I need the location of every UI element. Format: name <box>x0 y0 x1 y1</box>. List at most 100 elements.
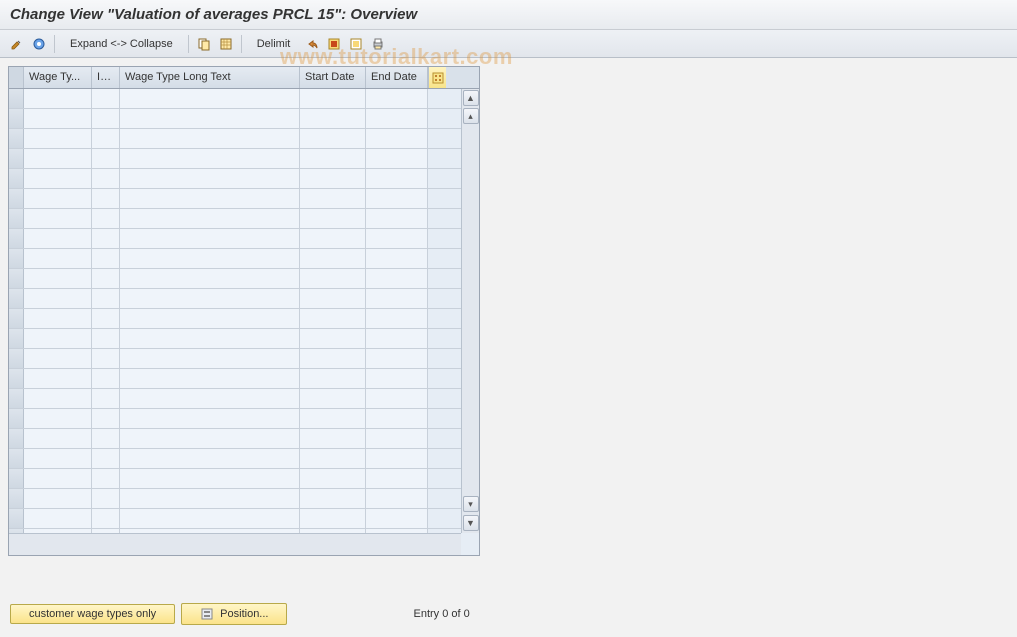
cell-end-date[interactable] <box>366 429 428 448</box>
cell-inf[interactable] <box>92 349 120 368</box>
col-header-end-date[interactable]: End Date <box>366 67 428 88</box>
cell-long-text[interactable] <box>120 269 300 288</box>
cell-inf[interactable] <box>92 369 120 388</box>
cell-end-date[interactable] <box>366 469 428 488</box>
cell-long-text[interactable] <box>120 229 300 248</box>
scroll-down-icon[interactable]: ▼ <box>463 515 479 531</box>
cell-inf[interactable] <box>92 229 120 248</box>
cell-wage-type[interactable] <box>24 129 92 148</box>
cell-wage-type[interactable] <box>24 389 92 408</box>
cell-inf[interactable] <box>92 89 120 108</box>
cell-inf[interactable] <box>92 469 120 488</box>
col-header-start-date[interactable]: Start Date <box>300 67 366 88</box>
cell-long-text[interactable] <box>120 349 300 368</box>
cell-inf[interactable] <box>92 329 120 348</box>
cell-wage-type[interactable] <box>24 249 92 268</box>
cell-end-date[interactable] <box>366 149 428 168</box>
print-icon[interactable] <box>369 35 387 53</box>
cell-end-date[interactable] <box>366 489 428 508</box>
row-selector[interactable] <box>9 429 24 448</box>
cell-end-date[interactable] <box>366 329 428 348</box>
cell-start-date[interactable] <box>300 349 366 368</box>
cell-start-date[interactable] <box>300 289 366 308</box>
cell-inf[interactable] <box>92 109 120 128</box>
cell-long-text[interactable] <box>120 489 300 508</box>
col-header-long-text[interactable]: Wage Type Long Text <box>120 67 300 88</box>
cell-long-text[interactable] <box>120 409 300 428</box>
cell-wage-type[interactable] <box>24 349 92 368</box>
cell-wage-type[interactable] <box>24 409 92 428</box>
cell-inf[interactable] <box>92 309 120 328</box>
cell-long-text[interactable] <box>120 329 300 348</box>
cell-wage-type[interactable] <box>24 89 92 108</box>
cell-inf[interactable] <box>92 269 120 288</box>
cell-inf[interactable] <box>92 449 120 468</box>
cell-wage-type[interactable] <box>24 289 92 308</box>
cell-inf[interactable] <box>92 389 120 408</box>
cell-start-date[interactable] <box>300 429 366 448</box>
cell-end-date[interactable] <box>366 169 428 188</box>
row-selector[interactable] <box>9 249 24 268</box>
cell-end-date[interactable] <box>366 89 428 108</box>
cell-start-date[interactable] <box>300 149 366 168</box>
cell-end-date[interactable] <box>366 269 428 288</box>
undo-icon[interactable] <box>303 35 321 53</box>
cell-end-date[interactable] <box>366 449 428 468</box>
cell-wage-type[interactable] <box>24 509 92 528</box>
table-settings-icon[interactable] <box>428 67 446 88</box>
cell-inf[interactable] <box>92 429 120 448</box>
expand-collapse-button[interactable]: Expand <-> Collapse <box>61 35 182 53</box>
cell-inf[interactable] <box>92 409 120 428</box>
cell-wage-type[interactable] <box>24 489 92 508</box>
cell-start-date[interactable] <box>300 209 366 228</box>
cell-start-date[interactable] <box>300 309 366 328</box>
cell-end-date[interactable] <box>366 209 428 228</box>
cell-start-date[interactable] <box>300 169 366 188</box>
position-button[interactable]: Position... <box>181 603 287 625</box>
cell-long-text[interactable] <box>120 249 300 268</box>
select-block-icon[interactable] <box>325 35 343 53</box>
cell-end-date[interactable] <box>366 389 428 408</box>
row-selector[interactable] <box>9 129 24 148</box>
cell-long-text[interactable] <box>120 129 300 148</box>
row-selector[interactable] <box>9 409 24 428</box>
vertical-scrollbar[interactable]: ▲ ▴ ▾ ▼ <box>461 89 479 533</box>
cell-end-date[interactable] <box>366 309 428 328</box>
row-selector[interactable] <box>9 369 24 388</box>
cell-wage-type[interactable] <box>24 269 92 288</box>
cell-inf[interactable] <box>92 189 120 208</box>
cell-start-date[interactable] <box>300 489 366 508</box>
row-selector[interactable] <box>9 149 24 168</box>
cell-end-date[interactable] <box>366 349 428 368</box>
cell-wage-type[interactable] <box>24 229 92 248</box>
cell-start-date[interactable] <box>300 89 366 108</box>
cell-end-date[interactable] <box>366 109 428 128</box>
row-selector[interactable] <box>9 329 24 348</box>
cell-long-text[interactable] <box>120 189 300 208</box>
cell-start-date[interactable] <box>300 129 366 148</box>
scroll-thumb-bottom-icon[interactable]: ▾ <box>463 496 479 512</box>
row-selector[interactable] <box>9 109 24 128</box>
cell-inf[interactable] <box>92 129 120 148</box>
cell-wage-type[interactable] <box>24 209 92 228</box>
cell-end-date[interactable] <box>366 509 428 528</box>
cell-long-text[interactable] <box>120 389 300 408</box>
row-selector[interactable] <box>9 389 24 408</box>
cell-long-text[interactable] <box>120 289 300 308</box>
cell-wage-type[interactable] <box>24 329 92 348</box>
cell-start-date[interactable] <box>300 369 366 388</box>
copy-icon[interactable] <box>195 35 213 53</box>
cell-wage-type[interactable] <box>24 169 92 188</box>
customer-wage-types-button[interactable]: customer wage types only <box>10 604 175 624</box>
cell-long-text[interactable] <box>120 209 300 228</box>
row-selector[interactable] <box>9 169 24 188</box>
row-selector[interactable] <box>9 89 24 108</box>
cell-start-date[interactable] <box>300 469 366 488</box>
cell-start-date[interactable] <box>300 329 366 348</box>
deselect-all-icon[interactable] <box>347 35 365 53</box>
cell-long-text[interactable] <box>120 429 300 448</box>
cell-start-date[interactable] <box>300 449 366 468</box>
cell-long-text[interactable] <box>120 169 300 188</box>
cell-start-date[interactable] <box>300 249 366 268</box>
horizontal-scrollbar[interactable] <box>9 533 461 555</box>
